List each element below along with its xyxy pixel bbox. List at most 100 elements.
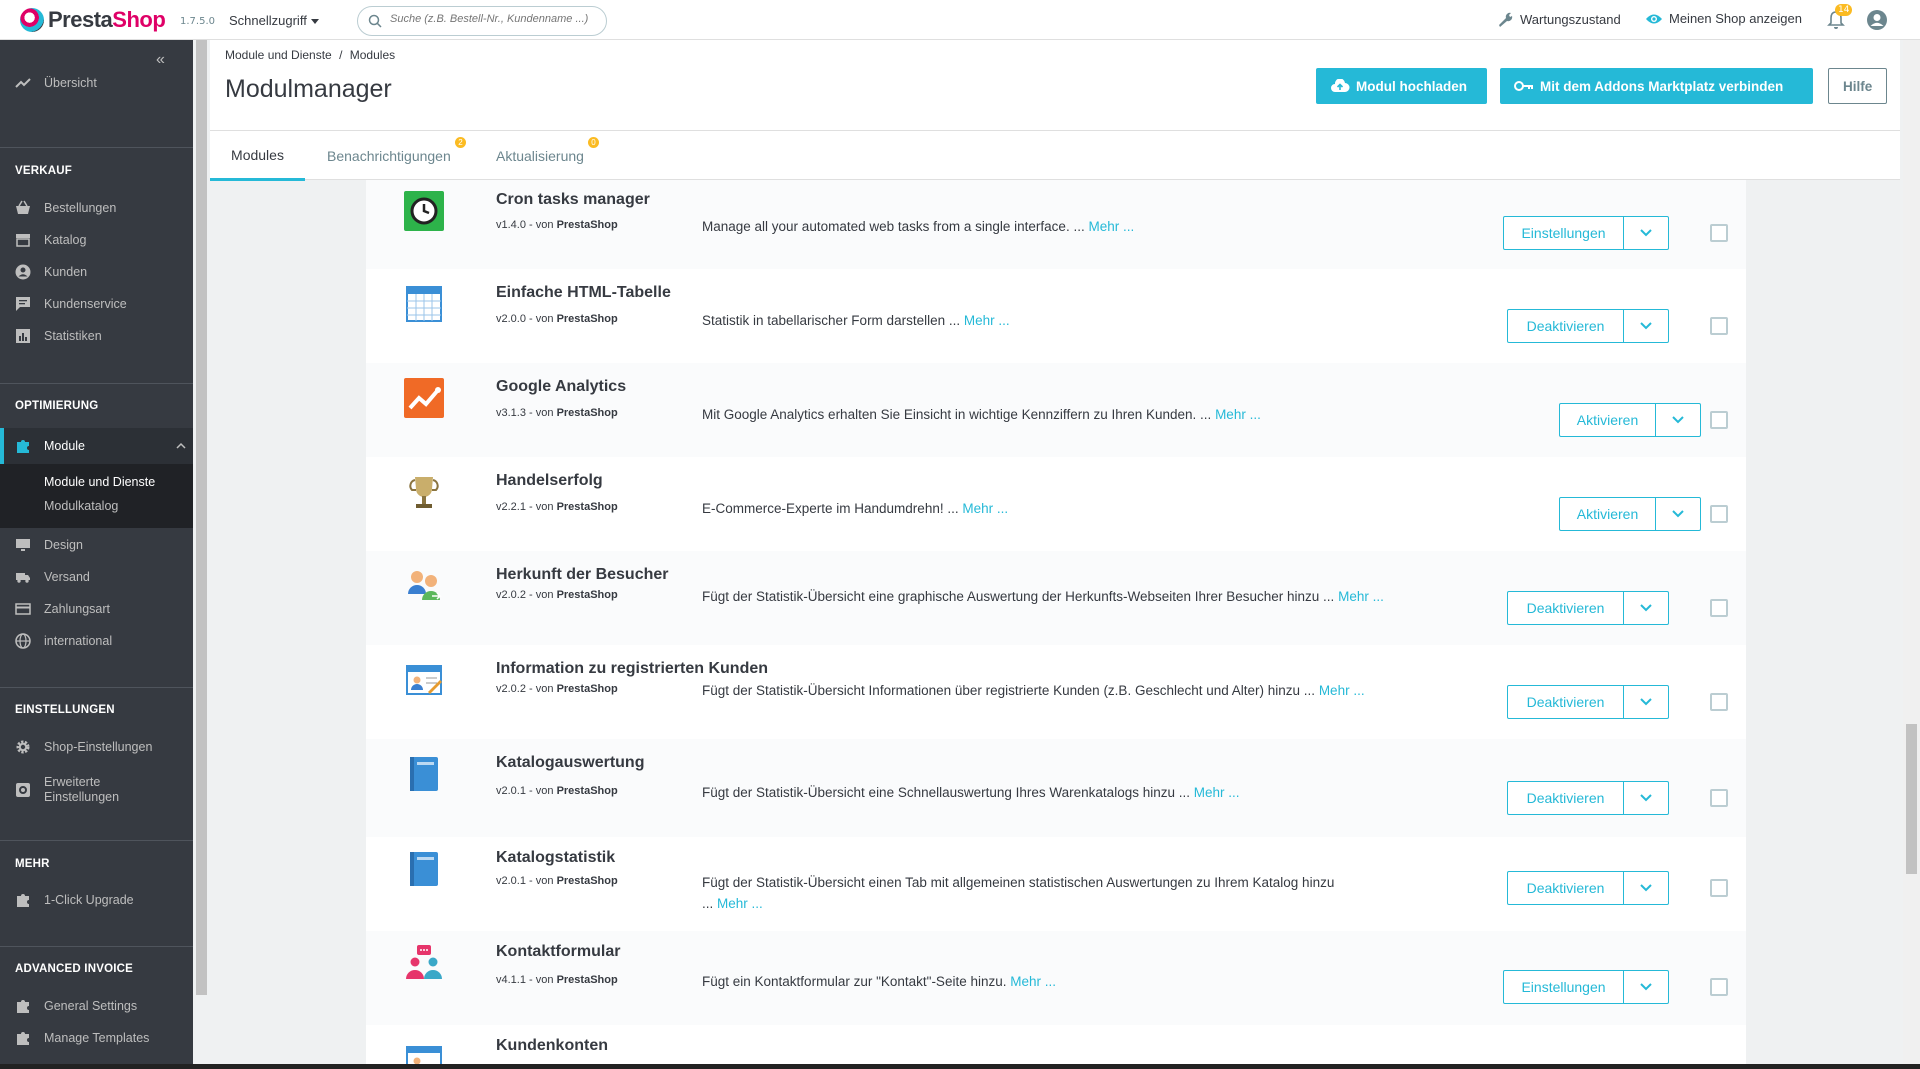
module-select-checkbox[interactable] <box>1710 224 1728 242</box>
store-icon <box>16 234 30 247</box>
module-by: von <box>535 875 554 887</box>
version-label: 1.7.5.0 <box>180 16 215 27</box>
module-action-button[interactable]: Deaktivieren <box>1508 310 1624 342</box>
tab-notifications[interactable]: Benachrichtigungen 2 <box>327 131 466 181</box>
module-action-button[interactable]: Deaktivieren <box>1508 686 1624 718</box>
sidebar-item-payment[interactable]: Zahlungsart <box>0 594 193 624</box>
view-shop-link[interactable]: Meinen Shop anzeigen <box>1645 11 1802 26</box>
module-more-link[interactable]: Mehr ... <box>1338 589 1384 604</box>
module-action-dropdown[interactable] <box>1624 872 1668 904</box>
module-version-number: v3.1.3 <box>496 407 526 419</box>
sidebar-item-1-click-upgrade[interactable]: 1-Click Upgrade <box>0 885 193 915</box>
module-select-checkbox[interactable] <box>1710 599 1728 617</box>
module-action-dropdown[interactable] <box>1624 782 1668 814</box>
tab-modules[interactable]: Modules <box>210 131 305 181</box>
sidebar-item-customers[interactable]: Kunden <box>0 257 193 287</box>
basket-icon <box>16 200 30 214</box>
module-row: Katalogauswertung v2.0.1 - von PrestaSho… <box>366 739 1746 837</box>
module-action-button[interactable]: Einstellungen <box>1504 971 1624 1003</box>
module-select-checkbox[interactable] <box>1710 317 1728 335</box>
chevron-down-icon <box>1640 884 1652 892</box>
module-action-dropdown[interactable] <box>1656 498 1700 530</box>
logo-text-presta: Presta <box>48 7 113 32</box>
module-action-button[interactable]: Aktivieren <box>1560 404 1656 436</box>
user-menu[interactable] <box>1866 9 1888 35</box>
upload-module-button[interactable]: Modul hochladen <box>1316 68 1487 104</box>
module-action-button[interactable]: Einstellungen <box>1504 217 1624 249</box>
module-action-dropdown[interactable] <box>1656 404 1700 436</box>
maintenance-link[interactable]: Wartungszustand <box>1496 11 1621 27</box>
truck-icon <box>16 573 30 583</box>
module-version: v2.0.2 - von PrestaShop <box>496 683 618 695</box>
sidebar-item-shipping[interactable]: Versand <box>0 562 193 592</box>
sidebar-item-overview[interactable]: Übersicht <box>0 68 193 98</box>
user-avatar-icon <box>1867 10 1887 30</box>
chevron-down-icon <box>1640 794 1652 802</box>
module-more-link[interactable]: Mehr ... <box>717 896 763 911</box>
module-action-button[interactable]: Deaktivieren <box>1508 592 1624 624</box>
sidebar-item-shop-settings[interactable]: Shop-Einstellungen <box>0 732 193 762</box>
module-select-checkbox[interactable] <box>1710 411 1728 429</box>
sidebar-item-international[interactable]: international <box>0 626 193 656</box>
module-action-button[interactable]: Deaktivieren <box>1508 782 1624 814</box>
module-by: von <box>535 219 554 231</box>
module-select-checkbox[interactable] <box>1710 505 1728 523</box>
module-more-link[interactable]: Mehr ... <box>1319 683 1365 698</box>
sidebar-item-modules[interactable]: Module <box>0 428 193 464</box>
sidebar-item-design[interactable]: Design <box>0 530 193 560</box>
module-more-link[interactable]: Mehr ... <box>1088 219 1134 234</box>
prestashop-logo[interactable]: PrestaShop <box>20 7 166 33</box>
module-description: Manage all your automated web tasks from… <box>702 216 1402 237</box>
module-name: Herkunft der Besucher <box>496 566 669 583</box>
search-box[interactable] <box>357 6 607 36</box>
notifications-button[interactable]: 14 <box>1827 4 1853 34</box>
sidebar-item-label: Zahlungsart <box>44 602 111 616</box>
module-action-dropdown[interactable] <box>1624 971 1668 1003</box>
sidebar-item-advanced-settings[interactable]: Erweiterte Einstellungen <box>0 768 193 812</box>
connect-addons-button[interactable]: Mit dem Addons Marktplatz verbinden <box>1500 68 1813 104</box>
module-action-dropdown[interactable] <box>1624 217 1668 249</box>
module-more-link[interactable]: Mehr ... <box>1215 407 1261 422</box>
module-more-link[interactable]: Mehr ... <box>964 313 1010 328</box>
module-by: von <box>535 407 554 419</box>
gear-icon <box>16 740 30 754</box>
module-description-text: Fügt der Statistik-Übersicht einen Tab m… <box>702 875 1335 890</box>
sidebar-item-catalog[interactable]: Katalog <box>0 225 193 255</box>
module-select-checkbox[interactable] <box>1710 693 1728 711</box>
sidebar-item-customer-service[interactable]: Kundenservice <box>0 289 193 319</box>
module-by: von <box>535 313 554 325</box>
sidebar-scrollbar[interactable] <box>193 40 210 1069</box>
quick-access-dropdown[interactable]: Schnellzugriff <box>229 13 319 28</box>
sidebar-item-label-line1: Erweiterte <box>44 775 101 789</box>
collapse-sidebar-icon[interactable]: « <box>156 51 165 69</box>
sidebar-item-statistics[interactable]: Statistiken <box>0 321 193 351</box>
module-description-text: Mit Google Analytics erhalten Sie Einsic… <box>702 407 1212 422</box>
sidebar-scrollbar-thumb[interactable] <box>196 40 207 995</box>
sidebar-item-general-settings[interactable]: General Settings <box>0 991 193 1021</box>
page-scrollbar[interactable] <box>1903 0 1920 1069</box>
module-select-checkbox[interactable] <box>1710 789 1728 807</box>
trophy-icon <box>409 477 439 508</box>
sidebar-item-orders[interactable]: Bestellungen <box>0 193 193 223</box>
sidebar-subitem-module-catalog[interactable]: Modulkatalog <box>44 499 118 513</box>
help-button[interactable]: Hilfe <box>1828 68 1888 104</box>
page-scrollbar-thumb[interactable] <box>1906 724 1917 874</box>
module-action-button[interactable]: Aktivieren <box>1560 498 1656 530</box>
sidebar-item-manage-templates[interactable]: Manage Templates <box>0 1023 193 1053</box>
breadcrumb-link-modules-services[interactable]: Module und Dienste <box>225 48 332 62</box>
sidebar-subitem-modules-services[interactable]: Module und Dienste <box>44 475 155 489</box>
module-description: Fügt der Statistik-Übersicht eine Schnel… <box>702 782 1402 803</box>
module-more-link[interactable]: Mehr ... <box>1010 974 1056 989</box>
module-more-link[interactable]: Mehr ... <box>1194 785 1240 800</box>
tab-updates[interactable]: Aktualisierung 0 <box>496 131 599 181</box>
search-icon <box>368 14 382 28</box>
module-action-dropdown[interactable] <box>1624 592 1668 624</box>
module-action-dropdown[interactable] <box>1624 310 1668 342</box>
module-more-link[interactable]: Mehr ... <box>962 501 1008 516</box>
search-input[interactable] <box>390 13 600 25</box>
module-action-dropdown[interactable] <box>1624 686 1668 718</box>
puzzle-icon <box>17 894 29 907</box>
module-select-checkbox[interactable] <box>1710 978 1728 996</box>
module-select-checkbox[interactable] <box>1710 879 1728 897</box>
module-action-button[interactable]: Deaktivieren <box>1508 872 1624 904</box>
